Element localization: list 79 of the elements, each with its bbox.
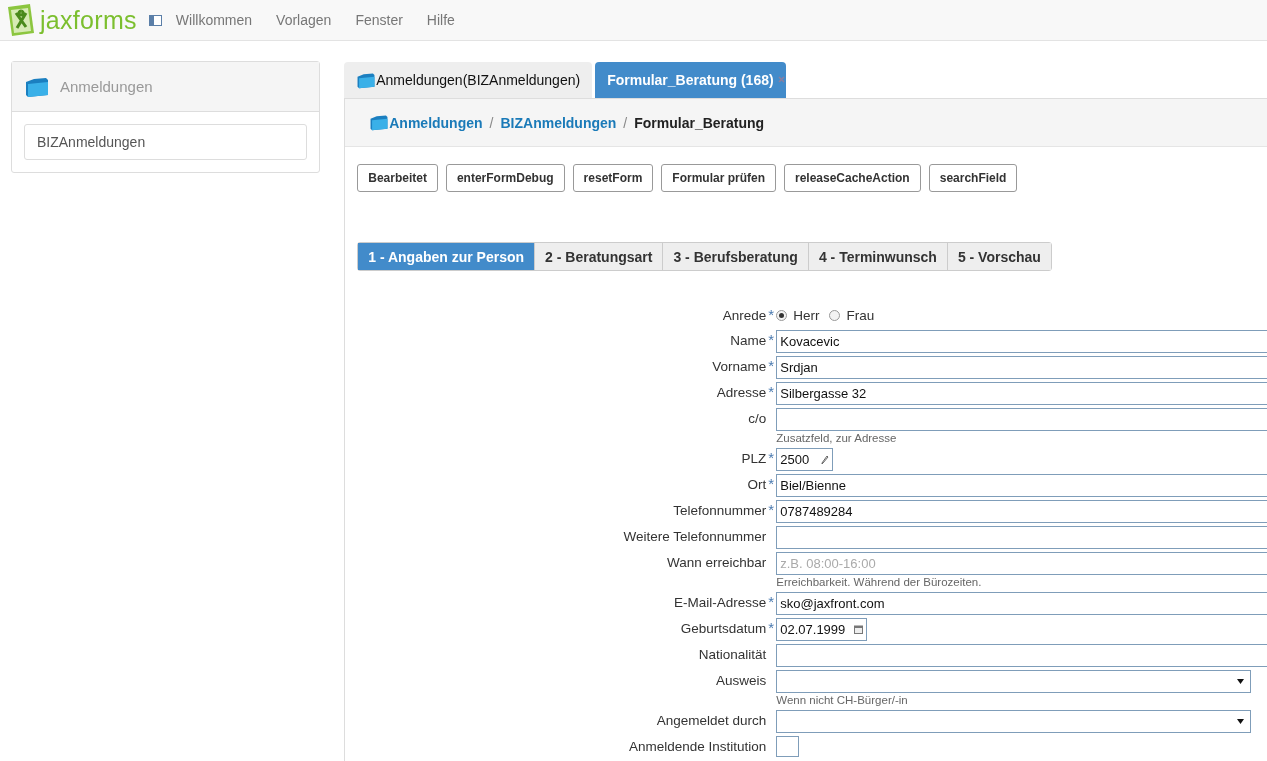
field-label: Adresse xyxy=(715,384,767,402)
required-mark: * xyxy=(768,357,775,374)
checkbox[interactable] xyxy=(776,736,800,757)
field-label: c/o xyxy=(747,410,767,428)
calendar-icon[interactable] xyxy=(854,625,864,634)
field-label: PLZ xyxy=(740,450,767,468)
step-tab[interactable]: 5 - Vorschau xyxy=(946,243,1051,270)
caret-icon xyxy=(1237,719,1245,724)
field-label: Wann erreichbar xyxy=(665,554,767,572)
breadcrumb-separator: / xyxy=(622,114,629,131)
brand-name: jaxforms xyxy=(40,5,137,35)
step-tab[interactable]: 2 - Beratungsart xyxy=(534,243,663,270)
field-label: Name xyxy=(729,332,767,350)
menu-item[interactable]: Willkommen xyxy=(163,12,265,28)
field-label: Nationalität xyxy=(697,646,767,664)
step-tab[interactable]: 3 - Berufsberatung xyxy=(662,243,808,270)
dropdown[interactable] xyxy=(776,710,1252,733)
field-label: Ort xyxy=(746,476,767,494)
field-label: Vorname xyxy=(711,358,767,376)
step-tab[interactable]: 1 - Angaben zur Person xyxy=(358,243,535,270)
field-label: Anrede xyxy=(721,307,767,325)
breadcrumb-separator: / xyxy=(488,114,495,131)
action-button[interactable]: enterFormDebug xyxy=(445,164,565,192)
text-field[interactable] xyxy=(776,644,1267,667)
caret-icon xyxy=(1237,679,1245,684)
required-mark: * xyxy=(768,383,775,400)
folder-icon xyxy=(356,71,377,89)
text-field[interactable]: Kovacevic xyxy=(776,330,1267,353)
required-mark: * xyxy=(768,501,775,518)
folder-icon xyxy=(369,114,390,131)
dropdown[interactable] xyxy=(776,670,1252,693)
field-label: Weitere Telefonnummer xyxy=(622,528,767,546)
tab[interactable]: Formular_Beratung (168) xyxy=(595,62,786,98)
menu-item[interactable]: Fenster xyxy=(343,12,415,28)
text-field[interactable]: sko@jaxfront.com xyxy=(776,592,1267,615)
text-field[interactable]: Biel/Bienne xyxy=(776,474,1267,497)
logo-icon xyxy=(6,3,36,37)
field-hint: Wenn nicht CH-Bürger/-in xyxy=(776,694,909,707)
action-button[interactable]: resetForm xyxy=(572,164,654,192)
postal-code-field[interactable]: 2500 xyxy=(776,448,834,471)
action-button[interactable]: Formular prüfen xyxy=(661,164,776,192)
required-mark: * xyxy=(768,475,775,492)
radio-button[interactable]: Herr xyxy=(776,308,820,323)
action-button[interactable]: releaseCacheAction xyxy=(783,164,921,192)
field-label: Anmeldende Institution xyxy=(627,738,767,756)
text-field[interactable]: z.B. 08:00-16:00 xyxy=(776,552,1267,575)
text-field[interactable] xyxy=(776,408,1267,431)
breadcrumb-link[interactable]: BIZAnmeldungen xyxy=(500,114,617,131)
required-mark: * xyxy=(768,331,775,348)
menu-item[interactable]: Hilfe xyxy=(414,12,467,28)
radio-button[interactable]: Frau xyxy=(829,308,875,323)
date-field[interactable]: 02.07.1999 xyxy=(776,618,868,641)
action-button[interactable]: Bearbeitet xyxy=(357,164,438,192)
action-button[interactable]: searchField xyxy=(928,164,1018,192)
field-label: E-Mail-Adresse xyxy=(672,594,767,612)
sidebar-item[interactable]: BIZAnmeldungen xyxy=(24,124,308,160)
field-hint: Zusatzfeld, zur Adresse xyxy=(776,432,898,445)
pencil-icon xyxy=(821,455,830,465)
required-mark: * xyxy=(768,449,775,466)
menu-item[interactable]: Vorlagen xyxy=(264,12,344,28)
breadcrumb-current: Formular_Beratung xyxy=(634,114,765,131)
breadcrumb-link[interactable]: Anmeldungen xyxy=(389,114,483,131)
text-field[interactable]: Silbergasse 32 xyxy=(776,382,1267,405)
field-label: Geburtsdatum xyxy=(679,620,767,638)
field-label: Ausweis xyxy=(714,672,767,690)
panel-title: Anmeldungen xyxy=(60,78,153,95)
required-mark: * xyxy=(768,593,775,610)
required-mark: * xyxy=(768,306,775,323)
field-label: Angemeldet durch xyxy=(655,712,767,730)
step-tab[interactable]: 4 - Terminwunsch xyxy=(807,243,947,270)
field-label: Telefonnummer xyxy=(672,502,767,520)
tab[interactable]: Anmeldungen(BIZAnmeldungen) xyxy=(344,62,593,98)
required-mark: * xyxy=(768,619,775,636)
text-field[interactable] xyxy=(776,526,1267,549)
text-field[interactable]: 0787489284 xyxy=(776,500,1267,523)
sidebar-toggle-icon[interactable] xyxy=(148,14,162,26)
folder-icon xyxy=(24,75,50,98)
text-field[interactable]: Srdjan xyxy=(776,356,1267,379)
field-hint: Erreichbarkeit. Während der Bürozeiten. xyxy=(776,576,983,589)
